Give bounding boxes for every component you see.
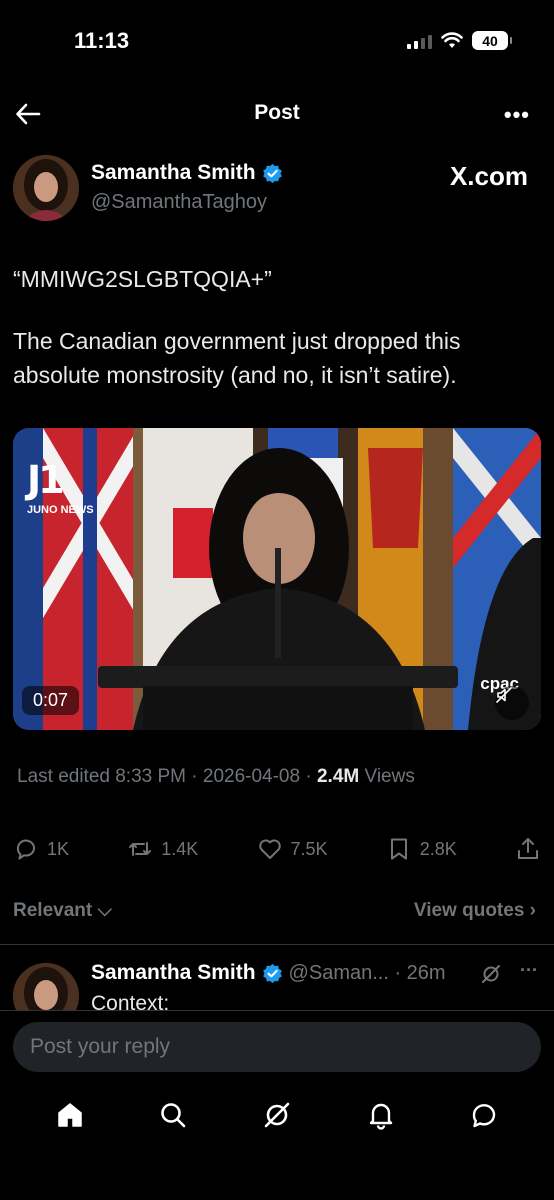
bookmark-button[interactable]: 2.8K: [386, 836, 457, 862]
reply-more-icon[interactable]: ···: [520, 960, 538, 981]
repost-button[interactable]: 1.4K: [127, 836, 198, 862]
sort-relevant-dropdown[interactable]: Relevant ⌵: [13, 900, 112, 922]
like-count: 7.5K: [290, 838, 328, 859]
post-text-line: The Canadian government just dropped thi…: [13, 328, 461, 388]
tab-grok[interactable]: [257, 1095, 297, 1135]
views-label: Views: [359, 766, 415, 787]
status-icons: 40: [407, 31, 512, 50]
more-icon[interactable]: •••: [504, 102, 530, 128]
status-time: 11:13: [74, 28, 130, 53]
avatar[interactable]: [13, 155, 79, 221]
author-handle[interactable]: @SamanthaTaghoy: [91, 191, 267, 214]
tab-notifications[interactable]: [361, 1095, 401, 1135]
messages-icon: [472, 1104, 496, 1128]
bookmark-count: 2.8K: [419, 838, 457, 859]
grok-icon: [264, 1102, 290, 1128]
juno-logo-mark: J1: [27, 458, 65, 502]
video-duration: 0:07: [22, 686, 80, 715]
reply-input[interactable]: [13, 1022, 541, 1072]
edited-timestamp[interactable]: Last edited 8:33 PM · 2026-04-08 ·: [17, 766, 317, 787]
post-meta: Last edited 8:33 PM · 2026-04-08 · 2.4M …: [17, 766, 415, 788]
like-icon: [258, 839, 281, 859]
grok-icon[interactable]: [480, 963, 502, 985]
home-icon: [58, 1103, 82, 1127]
post-text-line: “MMIWG2SLGBTQQIA+”: [13, 266, 272, 292]
bookmark-icon: [390, 838, 407, 860]
author-name[interactable]: Samantha Smith: [91, 161, 283, 185]
reply-icon: [16, 839, 35, 860]
tab-search[interactable]: [153, 1095, 193, 1135]
verified-badge-icon: [262, 163, 282, 183]
repost-count: 1.4K: [161, 838, 199, 859]
notifications-icon: [369, 1103, 392, 1130]
wifi-icon: [441, 32, 463, 48]
share-button[interactable]: [515, 836, 541, 862]
views-count: 2.4M: [316, 766, 360, 787]
source-label: X.com: [449, 161, 528, 191]
like-button[interactable]: 7.5K: [257, 836, 328, 862]
verified-badge-icon: [262, 963, 282, 983]
reply-author-name: Samantha Smith: [91, 961, 256, 984]
page-title: Post: [254, 101, 300, 124]
reply-button[interactable]: 1K: [13, 836, 69, 862]
video-player[interactable]: J1 JUNO NEWS cpac 0:07: [13, 428, 541, 730]
reply-author[interactable]: Samantha Smith @Saman... · 26m: [91, 961, 446, 985]
tab-bar: [0, 1095, 554, 1135]
action-bar: 1K 1.4K 7.5K 2.8K: [13, 836, 541, 862]
view-quotes-link[interactable]: View quotes ›: [414, 900, 536, 922]
search-icon: [161, 1103, 186, 1128]
juno-logo: J1 JUNO NEWS: [27, 458, 94, 516]
repost-icon: [129, 842, 152, 856]
tab-home[interactable]: [50, 1095, 90, 1135]
post-text: “MMIWG2SLGBTQQIA+” The Canadian governme…: [13, 262, 533, 392]
author-name-text: Samantha Smith: [91, 161, 256, 184]
reply-handle-time: @Saman... · 26m: [288, 961, 446, 984]
juno-logo-text: JUNO NEWS: [27, 504, 94, 516]
battery-icon: 40: [472, 31, 512, 50]
tab-messages[interactable]: [464, 1095, 504, 1135]
reply-count: 1K: [47, 838, 70, 859]
divider: [0, 944, 554, 945]
share-icon: [518, 838, 538, 859]
mute-icon[interactable]: [495, 686, 529, 720]
signal-icon: [407, 33, 432, 49]
